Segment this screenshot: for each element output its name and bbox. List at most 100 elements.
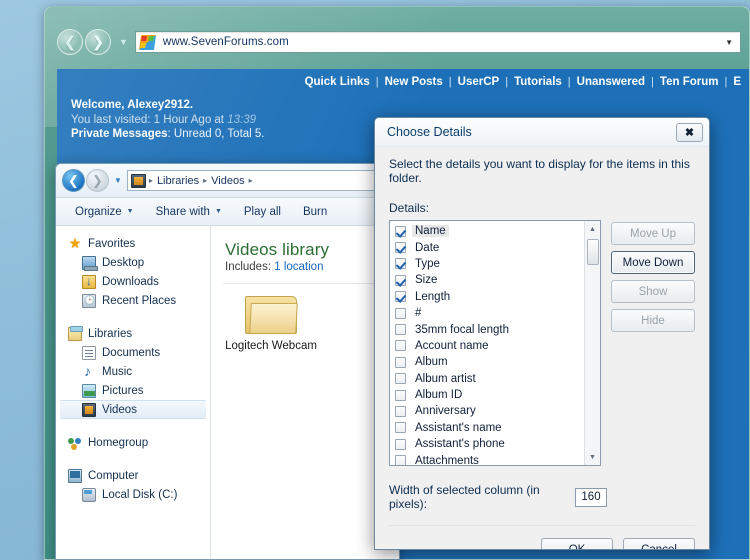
- checkbox-icon[interactable]: [395, 356, 406, 368]
- details-list-item[interactable]: Assistant's name: [392, 420, 584, 436]
- file-list-pane[interactable]: Videos library Includes: 1 location Logi…: [211, 226, 399, 559]
- sidebar-item-videos[interactable]: Videos: [60, 400, 206, 419]
- toolbar-share-with-button[interactable]: Share with ▼: [145, 198, 233, 226]
- details-item-label: Date: [415, 241, 440, 254]
- nav-link-ten-forum[interactable]: Ten Forum: [654, 76, 725, 88]
- details-list-item[interactable]: Size: [392, 272, 584, 288]
- details-list-item[interactable]: #: [392, 305, 584, 321]
- checkbox-icon[interactable]: [395, 258, 406, 270]
- details-list-box[interactable]: Name Date Type Size Length #35mm focal length…: [389, 220, 601, 466]
- nav-link-extra[interactable]: E: [727, 76, 747, 88]
- sidebar-item-music[interactable]: Music: [56, 362, 210, 381]
- details-list-item[interactable]: Album artist: [392, 371, 584, 387]
- nav-link-usercp[interactable]: UserCP: [452, 76, 506, 88]
- details-item-label: Name: [412, 225, 449, 238]
- navigation-pane[interactable]: ★ Favorites Desktop Downloads Recent Pla…: [56, 226, 211, 559]
- nav-link-quick-links[interactable]: Quick Links: [299, 76, 376, 88]
- nav-link-unanswered[interactable]: Unanswered: [571, 76, 651, 88]
- column-width-input[interactable]: 160: [575, 487, 607, 507]
- includes-location-link[interactable]: 1 location: [274, 261, 323, 273]
- details-item-label: Assistant's phone: [415, 438, 505, 451]
- checkbox-icon[interactable]: [395, 307, 406, 319]
- breadcrumb-arrow-icon[interactable]: ▸: [249, 176, 253, 185]
- downloads-icon: [82, 274, 96, 289]
- checkbox-icon[interactable]: [395, 438, 406, 450]
- chevron-down-icon[interactable]: ▼: [119, 37, 128, 47]
- checkbox-icon[interactable]: [395, 373, 406, 385]
- checkbox-icon[interactable]: [395, 340, 406, 352]
- details-list-item[interactable]: Date: [392, 239, 584, 255]
- welcome-prefix: Welcome,: [71, 99, 128, 111]
- browser-back-button[interactable]: ❮: [57, 29, 83, 55]
- breadcrumb-item-videos[interactable]: Videos: [210, 175, 245, 187]
- scroll-down-icon[interactable]: ▼: [585, 449, 601, 465]
- explorer-forward-button[interactable]: ❯: [86, 169, 109, 192]
- ok-button[interactable]: OK: [541, 538, 613, 549]
- last-visited-time: 13:39: [227, 113, 256, 126]
- breadcrumb-item-libraries[interactable]: Libraries: [156, 175, 200, 187]
- details-list-item[interactable]: 35mm focal length: [392, 321, 584, 337]
- details-list-item[interactable]: Length: [392, 289, 584, 305]
- breadcrumb-arrow-icon[interactable]: ▸: [149, 176, 153, 185]
- details-list-item[interactable]: Album ID: [392, 387, 584, 403]
- details-list-item[interactable]: Attachments: [392, 452, 584, 466]
- checkbox-icon[interactable]: [395, 405, 406, 417]
- details-item-label: Assistant's name: [415, 421, 502, 434]
- address-dropdown-icon[interactable]: ▼: [725, 38, 736, 47]
- cancel-button[interactable]: Cancel: [623, 538, 695, 549]
- toolbar-burn-label: Burn: [302, 205, 328, 218]
- explorer-back-button[interactable]: ❮: [62, 169, 85, 192]
- breadcrumb[interactable]: ▸ Libraries ▸ Videos ▸: [126, 170, 393, 191]
- pictures-icon: [82, 383, 96, 398]
- toolbar-burn-button[interactable]: Burn: [292, 198, 338, 226]
- checkbox-icon[interactable]: [395, 274, 406, 286]
- sidebar-label-pictures: Pictures: [102, 384, 144, 397]
- checkbox-icon[interactable]: [395, 242, 406, 254]
- sidebar-item-favorites[interactable]: ★ Favorites: [56, 234, 210, 253]
- nav-link-new-posts[interactable]: New Posts: [379, 76, 449, 88]
- browser-address-bar[interactable]: www.SevenForums.com ▼: [134, 31, 741, 53]
- details-list-item[interactable]: Assistant's phone: [392, 436, 584, 452]
- hide-button[interactable]: Hide: [611, 309, 695, 332]
- move-up-button[interactable]: Move Up: [611, 222, 695, 245]
- browser-forward-button[interactable]: ❯: [85, 29, 111, 55]
- details-list-item[interactable]: Name: [392, 223, 584, 239]
- scroll-up-icon[interactable]: ▲: [585, 221, 601, 237]
- details-list-item[interactable]: Anniversary: [392, 403, 584, 419]
- sidebar-item-recent-places[interactable]: Recent Places: [56, 291, 210, 310]
- address-url-text: www.SevenForums.com: [162, 36, 289, 48]
- breadcrumb-arrow-icon[interactable]: ▸: [203, 176, 207, 185]
- checkbox-icon[interactable]: [395, 422, 406, 434]
- toolbar-organize-button[interactable]: Organize ▼: [64, 198, 145, 226]
- close-icon[interactable]: ✖: [676, 122, 703, 142]
- nav-group-computer: Computer Local Disk (C:): [56, 466, 210, 504]
- details-item-label: Attachments: [415, 454, 479, 466]
- chevron-down-icon[interactable]: ▼: [114, 176, 122, 185]
- details-list-item[interactable]: Account name: [392, 338, 584, 354]
- sidebar-item-computer[interactable]: Computer: [56, 466, 210, 485]
- nav-link-tutorials[interactable]: Tutorials: [508, 76, 568, 88]
- sidebar-item-pictures[interactable]: Pictures: [56, 381, 210, 400]
- sidebar-item-local-disk[interactable]: Local Disk (C:): [56, 485, 210, 504]
- sidebar-item-libraries[interactable]: Libraries: [56, 324, 210, 343]
- sidebar-item-desktop[interactable]: Desktop: [56, 253, 210, 272]
- sidebar-item-documents[interactable]: Documents: [56, 343, 210, 362]
- sidebar-item-homegroup[interactable]: Homegroup: [56, 433, 210, 452]
- move-down-button[interactable]: Move Down: [611, 251, 695, 274]
- checkbox-icon[interactable]: [395, 389, 406, 401]
- details-list-item[interactable]: Type: [392, 256, 584, 272]
- scrollbar-thumb[interactable]: [586, 239, 599, 265]
- checkbox-icon[interactable]: [395, 291, 406, 303]
- show-button[interactable]: Show: [611, 280, 695, 303]
- homegroup-icon: [68, 436, 82, 450]
- details-list-item[interactable]: Album: [392, 354, 584, 370]
- list-item[interactable]: Logitech Webcam: [225, 292, 317, 353]
- checkbox-icon[interactable]: [395, 455, 406, 465]
- sidebar-item-downloads[interactable]: Downloads: [56, 272, 210, 291]
- checkbox-icon[interactable]: [395, 225, 406, 237]
- explorer-window: ❮ ❯ ▼ ▸ Libraries ▸ Videos ▸ Organize ▼ …: [55, 163, 400, 560]
- toolbar-play-all-button[interactable]: Play all: [233, 198, 292, 226]
- checkbox-icon[interactable]: [395, 324, 406, 336]
- details-scrollbar[interactable]: ▲ ▼: [584, 221, 600, 465]
